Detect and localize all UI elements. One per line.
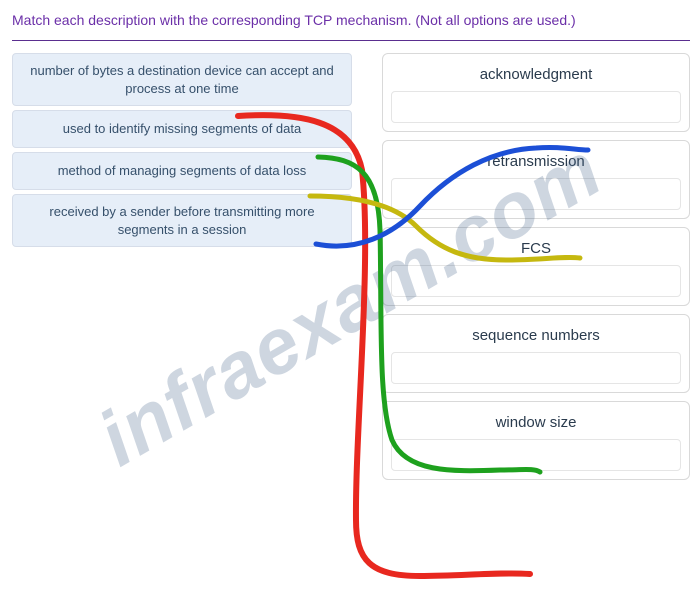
dropzone[interactable] [391,265,681,297]
divider [12,40,690,41]
mechanism-group: window size [382,401,690,480]
descriptions-column: number of bytes a destination device can… [12,53,352,480]
description-item[interactable]: received by a sender before transmitting… [12,194,352,247]
description-item[interactable]: number of bytes a destination device can… [12,53,352,106]
dropzone[interactable] [391,178,681,210]
mechanism-group: FCS [382,227,690,306]
description-text: number of bytes a destination device can… [23,62,341,97]
mechanism-label: acknowledgment [391,60,681,91]
page-container: Match each description with the correspo… [0,0,700,490]
mechanism-group: sequence numbers [382,314,690,393]
mechanisms-column: acknowledgment retransmission FCS sequen… [382,53,690,480]
dropzone[interactable] [391,352,681,384]
mechanism-group: acknowledgment [382,53,690,132]
description-text: method of managing segments of data loss [58,162,307,180]
columns: number of bytes a destination device can… [12,53,690,480]
dropzone[interactable] [391,439,681,471]
question-prompt: Match each description with the correspo… [12,12,690,28]
description-text: used to identify missing segments of dat… [63,120,301,138]
description-text: received by a sender before transmitting… [23,203,341,238]
dropzone[interactable] [391,91,681,123]
mechanism-label: retransmission [391,147,681,178]
mechanism-label: FCS [391,234,681,265]
mechanism-label: sequence numbers [391,321,681,352]
description-item[interactable]: method of managing segments of data loss [12,152,352,190]
mechanism-label: window size [391,408,681,439]
mechanism-group: retransmission [382,140,690,219]
description-item[interactable]: used to identify missing segments of dat… [12,110,352,148]
